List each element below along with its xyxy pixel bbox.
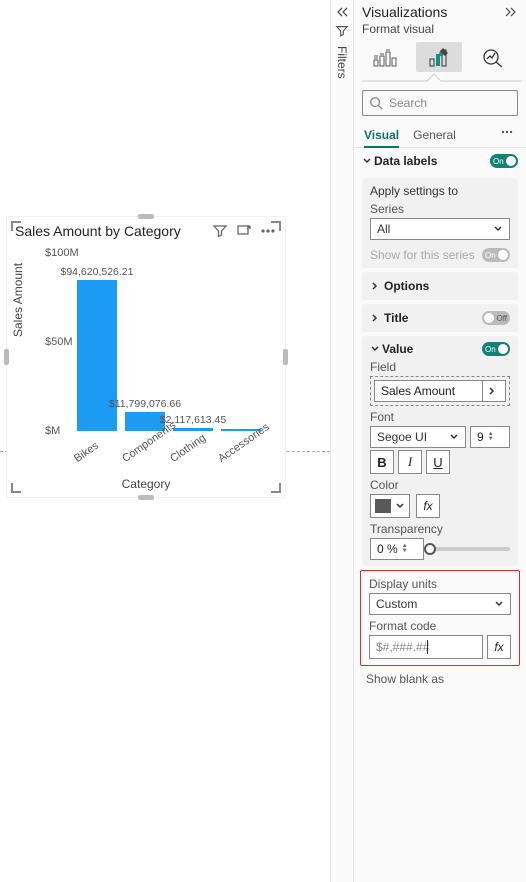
bold-button[interactable]: B [370,450,394,474]
series-label: Series [370,202,510,216]
underline-button[interactable]: U [426,450,450,474]
x-tick: Clothing [168,432,208,465]
resize-handle[interactable] [138,214,154,219]
resize-handle[interactable] [4,349,9,365]
search-placeholder: Search [389,96,427,110]
data-label: $94,620,526.21 [61,266,134,278]
options-section[interactable]: Options [362,272,518,300]
x-tick: Bikes [72,440,101,465]
title-section[interactable]: Title [362,304,518,332]
y-tick: $50M [45,336,73,348]
data-label: $11,799,076.66 [109,398,181,410]
pointer-notch [362,72,522,82]
format-code-input[interactable]: $#,###.## [369,635,483,659]
value-header: Value [382,342,482,356]
color-label: Color [370,478,510,492]
highlighted-settings: Display units Custom Format code $#,###.… [360,570,520,666]
bar[interactable]: $2,117,613.45 [173,428,213,431]
apply-settings-card: Apply settings to Series All Show for th… [362,178,518,268]
title-toggle[interactable] [482,311,510,325]
fx-button[interactable]: fx [416,494,440,518]
data-labels-header[interactable]: Data labels [354,148,526,174]
chevron-down-icon [362,156,372,166]
x-axis-label: Category [7,477,285,491]
chevron-right-icon[interactable] [482,381,501,401]
chevron-down-icon [494,599,504,609]
field-label: Field [370,360,510,374]
focus-mode-icon[interactable] [235,223,253,239]
chart-visual[interactable]: Sales Amount by Category Sales Amount $M… [6,216,286,498]
font-label: Font [370,410,510,424]
format-visual-button[interactable] [416,42,462,72]
tab-visual[interactable]: Visual [364,124,399,148]
search-icon [369,96,383,110]
series-select[interactable]: All [370,218,510,240]
collapse-icon[interactable] [335,6,349,18]
show-for-series-label: Show for this series [370,248,482,262]
panel-title: Visualizations [362,4,447,20]
expand-icon[interactable] [504,6,518,18]
display-units-label: Display units [369,577,511,591]
transparency-stepper[interactable]: 0 % ▲▼ [370,538,424,560]
font-size-stepper[interactable]: 9 ▲▼ [470,426,510,448]
filters-label: Filters [335,46,349,79]
chart-title: Sales Amount by Category [15,223,205,239]
field-picker[interactable]: Sales Amount [370,376,510,406]
data-labels-toggle[interactable] [490,154,518,168]
filter-icon[interactable] [211,223,229,239]
crop-corner[interactable] [271,221,281,231]
analytics-button[interactable] [470,42,516,72]
chevron-down-icon [493,224,503,234]
font-family-select[interactable]: Segoe UI [370,426,466,448]
transparency-label: Transparency [370,522,510,536]
more-tabs-icon[interactable] [500,124,516,148]
fx-button[interactable]: fx [487,635,511,659]
plot-area: $M $50M $100M $94,620,526.21$11,799,076.… [37,253,275,431]
color-picker[interactable] [370,494,410,518]
report-canvas[interactable]: Sales Amount by Category Sales Amount $M… [0,0,330,882]
chevron-right-icon [370,281,380,291]
filters-pane-collapsed[interactable]: Filters [330,0,354,882]
italic-button[interactable]: I [398,450,422,474]
display-units-select[interactable]: Custom [369,593,511,615]
resize-handle[interactable] [138,495,154,500]
show-blank-as-label: Show blank as [354,670,526,688]
filter-icon [335,24,349,38]
apply-settings-title: Apply settings to [370,184,510,198]
crop-corner[interactable] [11,221,21,231]
transparency-slider[interactable] [430,547,510,551]
y-axis-label: Sales Amount [11,263,25,337]
chevron-right-icon [370,313,380,323]
visualizations-pane: Visualizations Format visual [354,0,526,882]
build-visual-button[interactable] [362,42,408,72]
chevron-down-icon [370,344,380,354]
tab-general[interactable]: General [413,124,456,148]
panel-subtitle: Format visual [354,20,526,38]
value-section: Value Field Sales Amount Font Segoe UI 9… [362,336,518,566]
chevron-down-icon [449,432,459,442]
show-for-series-toggle[interactable] [482,248,510,262]
resize-handle[interactable] [283,349,288,365]
value-toggle[interactable] [482,342,510,356]
format-code-label: Format code [369,619,511,633]
search-input[interactable]: Search [362,90,518,116]
y-tick: $M [45,425,60,437]
chevron-down-icon [395,501,405,511]
